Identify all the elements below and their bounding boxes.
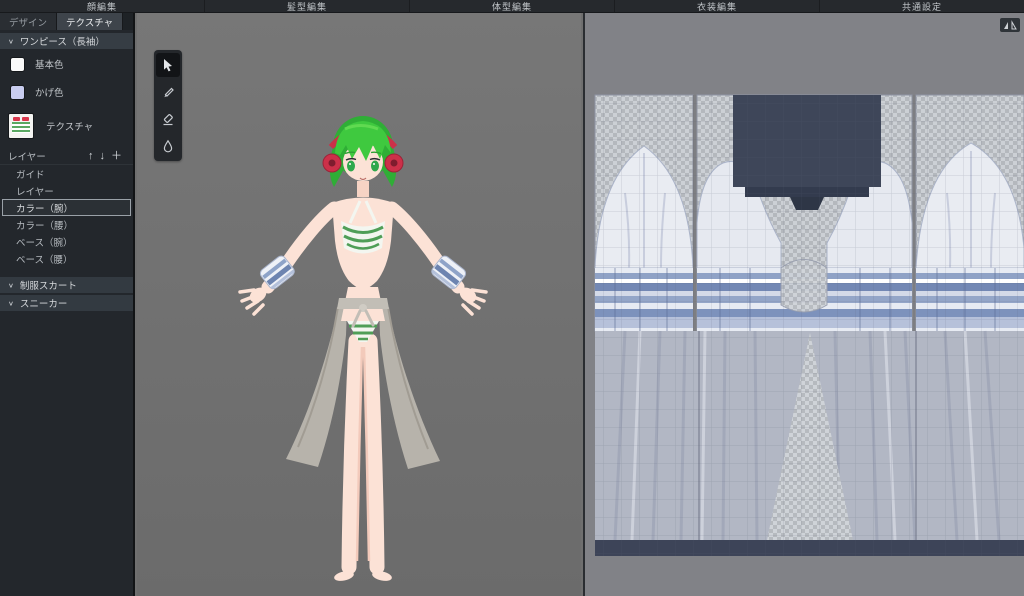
shade-color-label: かげ色 xyxy=(35,85,64,99)
top-tab-hair-edit[interactable]: 髪型編集 xyxy=(205,0,410,12)
layer-list: ガイド レイヤー カラー（腕） カラー（腰） ベース（腕） ベース（腰） xyxy=(0,165,133,267)
layer-item-base-waist[interactable]: ベース（腰） xyxy=(0,250,133,267)
sidebar: デザイン テクスチャ ∨ ワンピース（長袖） 基本色 かげ色 テクスチャ レイヤ… xyxy=(0,13,135,596)
character-legs xyxy=(333,341,392,582)
layers-header: レイヤー ↑ ↓ ＋ xyxy=(0,147,133,165)
texture-thumb-detail xyxy=(13,117,20,121)
character-model[interactable] xyxy=(180,95,500,595)
move-layer-down-button[interactable]: ↓ xyxy=(97,147,109,165)
add-layer-button[interactable]: ＋ xyxy=(108,147,125,165)
pen-icon xyxy=(161,85,175,99)
layer-item-color-waist[interactable]: カラー（腰） xyxy=(0,216,133,233)
top-tab-face-edit[interactable]: 顔編集 xyxy=(0,0,205,12)
shade-color-row: かげ色 xyxy=(0,79,133,105)
tab-texture[interactable]: テクスチャ xyxy=(57,13,123,30)
section-header-onepiece[interactable]: ∨ ワンピース（長袖） xyxy=(0,33,133,49)
cursor-icon xyxy=(161,58,175,72)
texture-thumbnail[interactable] xyxy=(8,113,34,139)
droplet-icon xyxy=(161,139,175,153)
model-viewport[interactable] xyxy=(137,13,581,596)
layer-item-layer[interactable]: レイヤー xyxy=(0,182,133,199)
move-layer-up-button[interactable]: ↑ xyxy=(85,147,97,165)
layer-item-base-arm[interactable]: ベース（腕） xyxy=(0,233,133,250)
uv-grid-overlay xyxy=(595,95,1024,556)
sidebar-tabs: デザイン テクスチャ xyxy=(0,13,133,30)
section-title: 制服スカート xyxy=(20,278,77,292)
blur-tool-button[interactable] xyxy=(156,134,180,158)
collapsed-sections: ∨ 制服スカート ∨ スニーカー xyxy=(0,277,133,311)
top-menu-bar: 顔編集 髪型編集 体型編集 衣装編集 共通設定 xyxy=(0,0,1024,13)
base-color-label: 基本色 xyxy=(35,57,64,71)
chevron-down-icon: ∨ xyxy=(8,37,14,44)
texture-label: テクスチャ xyxy=(46,119,93,133)
top-tab-common-settings[interactable]: 共通設定 xyxy=(820,0,1024,12)
layer-item-color-arm[interactable]: カラー（腕） xyxy=(2,199,131,216)
select-tool-button[interactable] xyxy=(156,53,180,77)
section-title: ワンピース（長袖） xyxy=(20,34,105,48)
top-tab-outfit-edit[interactable]: 衣装編集 xyxy=(615,0,820,12)
section-title: スニーカー xyxy=(20,296,68,310)
mirror-view-button[interactable] xyxy=(1000,18,1020,32)
layers-title: レイヤー xyxy=(8,149,85,163)
texture-editor-panel xyxy=(583,13,1024,596)
texture-thumb-detail xyxy=(22,117,29,121)
character-head xyxy=(323,116,403,187)
texture-editor-canvas[interactable] xyxy=(585,13,1024,596)
section-header-uniform-skirt[interactable]: ∨ 制服スカート xyxy=(0,277,133,293)
section-header-sneakers[interactable]: ∨ スニーカー xyxy=(0,295,133,311)
eraser-icon xyxy=(161,112,175,126)
texture-row: テクスチャ xyxy=(0,109,133,143)
app-window: 顔編集 髪型編集 体型編集 衣装編集 共通設定 デザイン テクスチャ ∨ ワンピ… xyxy=(0,0,1024,596)
texture-thumb-stripes xyxy=(12,122,30,133)
character-neck xyxy=(357,181,369,197)
base-color-row: 基本色 xyxy=(0,51,133,77)
tab-design[interactable]: デザイン xyxy=(0,13,57,30)
paint-toolbar xyxy=(154,50,182,161)
top-tab-body-edit[interactable]: 体型編集 xyxy=(410,0,615,12)
flip-horizontal-icon xyxy=(1003,20,1017,30)
base-color-swatch[interactable] xyxy=(10,57,25,72)
chevron-down-icon: ∨ xyxy=(8,299,14,306)
shade-color-swatch[interactable] xyxy=(10,85,25,100)
eraser-tool-button[interactable] xyxy=(156,107,180,131)
layer-item-guide[interactable]: ガイド xyxy=(0,165,133,182)
brush-tool-button[interactable] xyxy=(156,80,180,104)
chevron-down-icon: ∨ xyxy=(8,281,14,288)
